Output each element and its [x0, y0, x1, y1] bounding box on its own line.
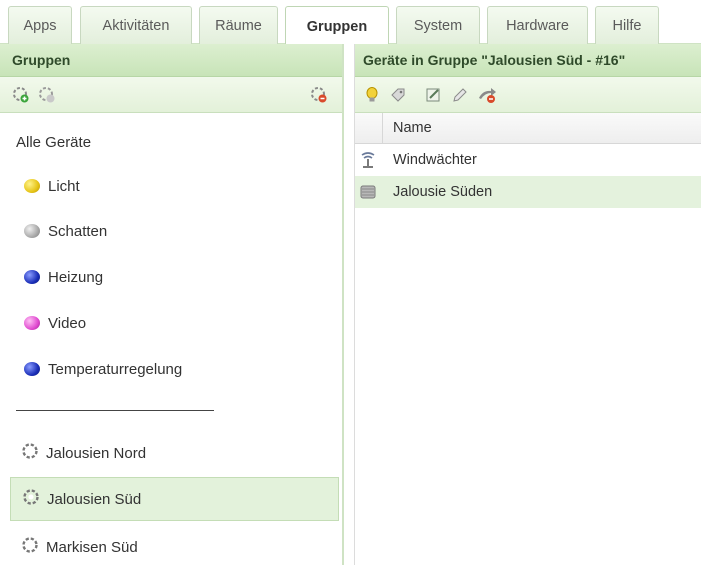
tab-raeume[interactable]: Räume: [199, 6, 278, 44]
pencil-icon[interactable]: [451, 86, 469, 104]
device-row-jalousie-sueden[interactable]: Jalousie Süden: [355, 176, 701, 208]
gray-ball-icon: [24, 224, 40, 238]
remove-arrow-icon[interactable]: [477, 86, 496, 104]
group-jalousien-sued[interactable]: Jalousien Süd: [10, 477, 339, 521]
yellow-ball-icon: [24, 179, 40, 193]
group-markisen-sued[interactable]: Markisen Süd: [20, 529, 138, 565]
icon-column-header: [355, 113, 383, 144]
category-video[interactable]: Video: [24, 305, 86, 341]
bulb-icon[interactable]: [363, 86, 381, 104]
category-label: Schatten: [48, 222, 108, 240]
category-heizung[interactable]: Heizung: [24, 259, 103, 295]
groups-panel-title: Gruppen: [0, 44, 342, 77]
name-column-label: Name: [393, 120, 432, 136]
blue-ball-icon: [24, 362, 40, 376]
delete-group-icon[interactable]: [310, 86, 328, 104]
gear-icon: [21, 487, 41, 511]
blue-ball-icon: [24, 270, 40, 284]
wind-sensor-icon: [359, 151, 377, 169]
group-jalousien-nord[interactable]: Jalousien Nord: [20, 435, 146, 471]
devices-toolbar: [355, 77, 701, 113]
category-label: Licht: [48, 177, 80, 195]
device-name: Jalousie Süden: [393, 184, 493, 200]
category-licht[interactable]: Licht: [24, 168, 80, 204]
category-temperaturregelung[interactable]: Temperaturregelung: [24, 351, 182, 387]
tab-aktivitaeten[interactable]: Aktivitäten: [80, 6, 192, 44]
tab-system[interactable]: System: [396, 6, 480, 44]
device-name: Windwächter: [393, 152, 477, 168]
category-label: Video: [48, 314, 87, 332]
all-devices-label: Alle Geräte: [16, 133, 92, 151]
groups-panel: Gruppen Alle Geräte Licht Schatten Heizu…: [0, 44, 344, 565]
gear-icon: [20, 535, 40, 559]
gear-icon: [20, 441, 40, 465]
device-row-windwaechter[interactable]: Windwächter: [355, 144, 701, 176]
category-label: Temperaturregelung: [48, 360, 183, 378]
tab-hardware[interactable]: Hardware: [487, 6, 588, 44]
group-label: Markisen Süd: [46, 538, 138, 556]
group-label: Jalousien Süd: [47, 490, 142, 508]
edit-group-icon[interactable]: [38, 86, 56, 104]
all-devices-item[interactable]: Alle Geräte: [16, 124, 91, 160]
add-group-icon[interactable]: [12, 86, 30, 104]
tag-icon[interactable]: [389, 86, 407, 104]
jalousie-icon: [359, 183, 377, 201]
group-devices-title: Geräte in Gruppe "Jalousien Süd - #16": [355, 44, 701, 77]
group-devices-panel: Geräte in Gruppe "Jalousien Süd - #16" N…: [354, 44, 701, 565]
divider: [16, 410, 214, 411]
tab-gruppen[interactable]: Gruppen: [285, 6, 389, 46]
tab-hilfe[interactable]: Hilfe: [595, 6, 659, 44]
main-tab-bar: Apps Aktivitäten Räume Gruppen System Ha…: [0, 0, 701, 46]
group-label: Jalousien Nord: [46, 444, 147, 462]
edit-icon[interactable]: [425, 86, 443, 104]
groups-toolbar: [0, 77, 342, 113]
category-label: Heizung: [48, 268, 104, 286]
pink-ball-icon: [24, 316, 40, 330]
name-column-header[interactable]: Name: [355, 113, 701, 144]
category-schatten[interactable]: Schatten: [24, 213, 107, 249]
tab-apps[interactable]: Apps: [8, 6, 72, 44]
